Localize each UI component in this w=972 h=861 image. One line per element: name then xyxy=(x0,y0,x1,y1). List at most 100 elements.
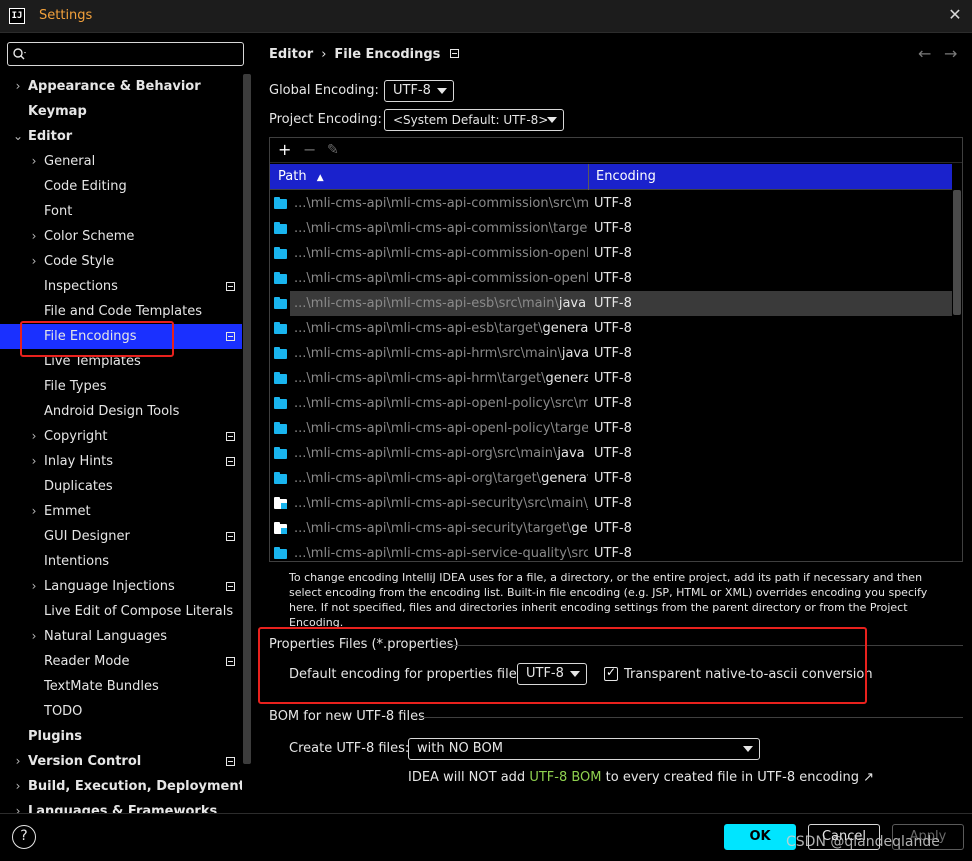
global-encoding-dropdown[interactable]: UTF-8 xyxy=(384,80,454,102)
sidebar-item-intentions[interactable]: Intentions xyxy=(0,549,242,574)
sidebar-item-label: Natural Languages xyxy=(44,629,168,644)
column-header-path[interactable]: Path ▲ xyxy=(278,164,324,190)
table-row[interactable]: ...\mli-cms-api\mli-cms-api-security\tar… xyxy=(270,516,952,541)
table-row[interactable]: ...\mli-cms-api\mli-cms-api-commission-o… xyxy=(270,241,952,266)
breadcrumb-editor[interactable]: Editor xyxy=(269,47,313,62)
sidebar-item-natural-languages[interactable]: › Natural Languages xyxy=(0,624,242,649)
sidebar-item-gui-designer[interactable]: GUI Designer xyxy=(0,524,242,549)
project-scope-icon xyxy=(226,432,235,441)
project-scope-icon xyxy=(226,757,235,766)
table-row[interactable]: ...\mli-cms-api\mli-cms-api-security\src… xyxy=(270,491,952,516)
project-encoding-dropdown[interactable]: <System Default: UTF-8> xyxy=(384,109,564,131)
chevron-right-icon[interactable]: › xyxy=(12,749,24,774)
sidebar-item-live-edit-of-compose-literals[interactable]: Live Edit of Compose Literals xyxy=(0,599,242,624)
chevron-right-icon[interactable]: › xyxy=(28,424,40,449)
sidebar-item-font[interactable]: Font xyxy=(0,199,242,224)
sidebar-item-duplicates[interactable]: Duplicates xyxy=(0,474,242,499)
table-row[interactable]: ...\mli-cms-api\mli-cms-api-esb\target\g… xyxy=(270,316,952,341)
chevron-right-icon[interactable]: › xyxy=(12,74,24,99)
chevron-right-icon[interactable]: › xyxy=(28,249,40,274)
encoding-cell[interactable]: UTF-8 xyxy=(588,316,952,341)
sidebar-item-emmet[interactable]: › Emmet xyxy=(0,499,242,524)
encoding-cell[interactable]: UTF-8 xyxy=(588,291,952,316)
help-icon[interactable]: ? xyxy=(12,825,36,849)
sidebar-item-file-types[interactable]: File Types xyxy=(0,374,242,399)
path-prefix: ...\mli-cms-api\mli-cms-api-commission-o… xyxy=(294,246,588,261)
table-row[interactable]: ...\mli-cms-api\mli-cms-api-esb\src\main… xyxy=(270,291,952,316)
sidebar-item-textmate-bundles[interactable]: TextMate Bundles xyxy=(0,674,242,699)
close-icon[interactable]: ✕ xyxy=(946,6,964,24)
table-row[interactable]: ...\mli-cms-api\mli-cms-api-commission\t… xyxy=(270,216,952,241)
sidebar-item-inlay-hints[interactable]: › Inlay Hints xyxy=(0,449,242,474)
sidebar-item-editor[interactable]: ⌄ Editor xyxy=(0,124,242,149)
add-icon[interactable]: + xyxy=(278,140,291,160)
encoding-cell[interactable]: UTF-8 xyxy=(588,516,952,541)
sidebar-item-inspections[interactable]: Inspections xyxy=(0,274,242,299)
sidebar-item-keymap[interactable]: Keymap xyxy=(0,99,242,124)
chevron-right-icon[interactable]: › xyxy=(28,624,40,649)
table-row[interactable]: ...\mli-cms-api\mli-cms-api-openl-policy… xyxy=(270,416,952,441)
table-row[interactable]: ...\mli-cms-api\mli-cms-api-commission\s… xyxy=(270,191,952,216)
window-title: Settings xyxy=(39,8,93,23)
bom-dropdown[interactable]: with NO BOM xyxy=(408,738,760,760)
utf8-bom-link[interactable]: UTF-8 BOM xyxy=(529,770,601,785)
encoding-cell[interactable]: UTF-8 xyxy=(588,416,952,441)
encoding-cell[interactable]: UTF-8 xyxy=(588,241,952,266)
table-row[interactable]: ...\mli-cms-api\mli-cms-api-commission-o… xyxy=(270,266,952,291)
encoding-cell[interactable]: UTF-8 xyxy=(588,366,952,391)
bom-section-divider xyxy=(420,717,963,718)
encoding-cell[interactable]: UTF-8 xyxy=(588,191,952,216)
chevron-right-icon[interactable]: › xyxy=(12,799,24,813)
encoding-cell[interactable]: UTF-8 xyxy=(588,441,952,466)
table-row[interactable]: ...\mli-cms-api\mli-cms-api-org\src\main… xyxy=(270,441,952,466)
project-scope-icon xyxy=(226,582,235,591)
encoding-cell[interactable]: UTF-8 xyxy=(588,266,952,291)
encoding-cell[interactable]: UTF-8 xyxy=(588,541,952,561)
column-header-encoding[interactable]: Encoding xyxy=(596,164,656,190)
sidebar-item-reader-mode[interactable]: Reader Mode xyxy=(0,649,242,674)
edit-icon[interactable]: ✎ xyxy=(327,140,339,160)
chevron-right-icon[interactable]: › xyxy=(28,449,40,474)
chevron-right-icon[interactable]: › xyxy=(28,224,40,249)
remove-icon[interactable]: − xyxy=(303,140,316,160)
encoding-cell[interactable]: UTF-8 xyxy=(588,341,952,366)
sidebar-item-code-editing[interactable]: Code Editing xyxy=(0,174,242,199)
chevron-down-icon xyxy=(743,746,753,752)
sidebar-item-color-scheme[interactable]: › Color Scheme xyxy=(0,224,242,249)
sidebar-scrollbar[interactable] xyxy=(243,74,251,764)
table-row[interactable]: ...\mli-cms-api\mli-cms-api-hrm\src\main… xyxy=(270,341,952,366)
sidebar-item-label: TODO xyxy=(44,704,83,719)
sidebar-item-languages-frameworks[interactable]: › Languages & Frameworks xyxy=(0,799,242,813)
sidebar-item-android-design-tools[interactable]: Android Design Tools xyxy=(0,399,242,424)
sidebar-item-plugins[interactable]: Plugins xyxy=(0,724,242,749)
folder-icon xyxy=(274,372,287,384)
encoding-cell[interactable]: UTF-8 xyxy=(588,491,952,516)
encoding-cell[interactable]: UTF-8 xyxy=(588,466,952,491)
path-prefix: ...\mli-cms-api\mli-cms-api-org\target\ xyxy=(294,471,542,486)
table-row[interactable]: ...\mli-cms-api\mli-cms-api-hrm\target\g… xyxy=(270,366,952,391)
chevron-right-icon[interactable]: › xyxy=(28,499,40,524)
table-row[interactable]: ...\mli-cms-api\mli-cms-api-org\target\g… xyxy=(270,466,952,491)
back-arrow-icon[interactable]: ← xyxy=(918,44,931,63)
bom-note-suffix: to every created file in UTF-8 encoding … xyxy=(601,770,874,785)
sidebar-item-code-style[interactable]: › Code Style xyxy=(0,249,242,274)
table-scrollbar[interactable] xyxy=(953,190,961,315)
folder-icon xyxy=(274,497,287,509)
chevron-down-icon xyxy=(547,117,557,123)
sidebar-item-general[interactable]: › General xyxy=(0,149,242,174)
sidebar-item-build-execution-deployment[interactable]: › Build, Execution, Deployment xyxy=(0,774,242,799)
chevron-right-icon[interactable]: › xyxy=(28,574,40,599)
chevron-down-icon[interactable]: ⌄ xyxy=(12,124,24,149)
sidebar-item-todo[interactable]: TODO xyxy=(0,699,242,724)
encoding-cell[interactable]: UTF-8 xyxy=(588,216,952,241)
table-row[interactable]: ...\mli-cms-api\mli-cms-api-openl-policy… xyxy=(270,391,952,416)
sidebar-item-copyright[interactable]: › Copyright xyxy=(0,424,242,449)
encoding-cell[interactable]: UTF-8 xyxy=(588,391,952,416)
sidebar-item-version-control[interactable]: › Version Control xyxy=(0,749,242,774)
chevron-right-icon[interactable]: › xyxy=(28,149,40,174)
table-row[interactable]: ...\mli-cms-api\mli-cms-api-service-qual… xyxy=(270,541,952,561)
sidebar-item-appearance-behavior[interactable]: › Appearance & Behavior xyxy=(0,74,242,99)
chevron-right-icon[interactable]: › xyxy=(12,774,24,799)
sidebar-item-language-injections[interactable]: › Language Injections xyxy=(0,574,242,599)
forward-arrow-icon[interactable]: → xyxy=(944,44,957,63)
